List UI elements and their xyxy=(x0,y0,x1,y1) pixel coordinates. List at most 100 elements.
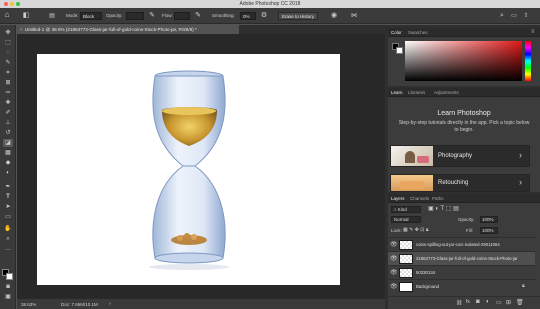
tab-adjustments[interactable]: Adjustments xyxy=(434,90,459,95)
layer-thumbnail xyxy=(399,268,413,278)
eraser-tool-preset-icon[interactable]: ◧ xyxy=(22,12,30,20)
pressure-size-icon[interactable]: ◉ xyxy=(330,12,338,20)
layer-row[interactable]: 👁︎ 21863773-Glass-jar-full-of-gold-coins… xyxy=(388,251,535,265)
move-tool-icon[interactable]: ✥ xyxy=(3,29,13,37)
new-group-icon[interactable]: ▭ xyxy=(496,299,502,306)
clone-stamp-tool-icon[interactable]: ⊥ xyxy=(3,119,13,127)
blend-mode-select[interactable]: Normal xyxy=(391,216,421,223)
layer-opacity-label: Opacity: xyxy=(458,217,475,222)
color-background-swatch[interactable] xyxy=(396,47,403,54)
panel-menu-icon[interactable]: ≡ xyxy=(531,29,535,35)
workspace-icon[interactable]: ▭ xyxy=(510,12,518,20)
rectangle-tool-icon[interactable]: ▭ xyxy=(3,213,13,221)
flow-field[interactable] xyxy=(174,12,190,20)
learn-topic-retouching[interactable]: Retouching › xyxy=(390,174,530,192)
tools-panel: ✥ ⬚ ◌ ✎ ⌗ ⊠ ✑ ✚ ✐ ⊥ ↺ ◪ ▦ ◆ ◐ ✒ T ➤ ▭ ✋ … xyxy=(0,25,16,309)
brush-tool-icon[interactable]: ✐ xyxy=(3,109,13,117)
tab-color[interactable]: Color xyxy=(391,30,402,35)
eye-icon[interactable]: 👁︎ xyxy=(390,283,398,290)
tab-paths[interactable]: Paths xyxy=(432,196,444,201)
screen-mode-icon[interactable]: ▣ xyxy=(3,293,13,301)
document-canvas[interactable] xyxy=(37,54,340,285)
flow-label: Flow: xyxy=(162,13,173,18)
home-icon[interactable]: ⌂ xyxy=(3,11,11,19)
quick-mask-icon[interactable]: ◙ xyxy=(3,283,13,291)
gradient-tool-icon[interactable]: ▦ xyxy=(3,149,13,157)
layer-row[interactable]: 👁︎ Background 🔒︎ xyxy=(388,279,535,293)
smoothing-field[interactable]: 0% xyxy=(240,12,256,20)
layers-footer: ⛓︎ fx ◙ ◐ ▭ ⊞ 🗑︎ xyxy=(388,296,540,309)
more-tools-icon[interactable]: … xyxy=(3,245,13,253)
crop-tool-icon[interactable]: ⌗ xyxy=(3,69,13,77)
layer-filter-kind-select[interactable]: ⌕ Kind xyxy=(391,206,421,213)
color-panel-header: Color Swatches ≡ xyxy=(388,28,540,37)
tab-learn[interactable]: Learn xyxy=(391,90,403,95)
hand-tool-icon[interactable]: ✋ xyxy=(3,225,13,233)
brush-settings-icon[interactable]: ▤ xyxy=(48,12,56,20)
dodge-tool-icon[interactable]: ◐ xyxy=(3,169,13,177)
chevron-right-icon: › xyxy=(519,177,522,187)
eraser-tool-icon[interactable]: ◪ xyxy=(3,139,13,147)
lock-options-icons[interactable]: ▦ ✎ ✥ ⊡ 🔒︎ xyxy=(403,227,429,233)
layer-opacity-field[interactable]: 100% xyxy=(480,216,498,223)
share-icon[interactable]: ⇧ xyxy=(522,12,530,20)
adjustment-layer-icon[interactable]: ◐ xyxy=(486,299,490,305)
eye-icon[interactable]: 👁︎ xyxy=(390,255,398,262)
layer-row[interactable]: 👁︎ 50330134 xyxy=(388,265,535,279)
zoom-tool-icon[interactable]: ⌕ xyxy=(3,235,13,243)
lasso-tool-icon[interactable]: ◌ xyxy=(3,49,13,57)
chevron-right-icon: › xyxy=(519,150,522,160)
photography-label: Photography xyxy=(438,153,473,159)
color-saturation-field[interactable] xyxy=(405,41,522,81)
quick-selection-tool-icon[interactable]: ✎ xyxy=(3,59,13,67)
learn-topic-photography[interactable]: Photography › xyxy=(390,145,530,167)
learn-panel-header: Learn Libraries Adjustments xyxy=(388,88,540,97)
fill-field[interactable]: 100% xyxy=(480,227,498,234)
color-panel xyxy=(388,37,540,86)
smoothing-label: Smoothing: xyxy=(212,13,235,18)
airbrush-icon[interactable]: ✎ xyxy=(194,12,202,20)
document-tab-label: Untitled-1 @ 38.6% (21863773-Glass-jar-f… xyxy=(24,27,197,32)
tab-channels[interactable]: Channels xyxy=(410,196,429,201)
path-selection-tool-icon[interactable]: ➤ xyxy=(3,203,13,211)
delete-layer-icon[interactable]: 🗑︎ xyxy=(516,299,524,306)
layer-filter-icons[interactable]: ▣ ◐ T ⬚ ▤ xyxy=(428,205,459,212)
pressure-opacity-icon[interactable]: ✎ xyxy=(148,12,156,20)
healing-brush-tool-icon[interactable]: ✚ xyxy=(3,99,13,107)
zoom-level[interactable]: 38.63% xyxy=(21,302,36,307)
eye-icon[interactable]: 👁︎ xyxy=(390,269,398,276)
layer-thumbnail xyxy=(399,240,413,250)
smoothing-options-gear-icon[interactable]: ⚙ xyxy=(260,12,268,20)
layer-style-icon[interactable]: fx xyxy=(466,299,470,305)
fill-label: Fill: xyxy=(466,228,473,233)
opacity-field[interactable] xyxy=(126,12,144,20)
tab-layers[interactable]: Layers xyxy=(391,196,405,201)
marquee-tool-icon[interactable]: ⬚ xyxy=(3,39,13,47)
status-menu-arrow-icon[interactable]: › xyxy=(109,301,111,307)
layer-thumbnail xyxy=(399,254,413,264)
hue-slider[interactable] xyxy=(525,41,531,81)
layer-name: Background xyxy=(416,284,439,289)
add-mask-icon[interactable]: ◙ xyxy=(476,299,480,305)
lock-icon: 🔒︎ xyxy=(522,283,525,289)
history-brush-tool-icon[interactable]: ↺ xyxy=(3,129,13,137)
pen-tool-icon[interactable]: ✒ xyxy=(3,183,13,191)
close-tab-icon[interactable]: × xyxy=(20,27,23,32)
search-icon[interactable]: ⌕ xyxy=(498,12,506,20)
erase-to-history-checkbox[interactable]: Erase to History xyxy=(278,12,319,20)
document-tab[interactable]: × Untitled-1 @ 38.6% (21863773-Glass-jar-… xyxy=(17,25,239,34)
link-layers-icon[interactable]: ⛓︎ xyxy=(456,300,462,306)
symmetry-icon[interactable]: ⋈ xyxy=(350,12,358,20)
blur-tool-icon[interactable]: ◆ xyxy=(3,159,13,167)
layer-row[interactable]: 👁︎ coins-spilling-out-jar-coci-isolated-… xyxy=(388,237,535,251)
new-layer-icon[interactable]: ⊞ xyxy=(506,299,511,306)
layer-name: coins-spilling-out-jar-coci-isolated-290… xyxy=(416,242,500,247)
frame-tool-icon[interactable]: ⊠ xyxy=(3,79,13,87)
eye-icon[interactable]: 👁︎ xyxy=(390,241,398,248)
mode-select[interactable]: Block xyxy=(80,12,102,20)
tab-swatches[interactable]: Swatches xyxy=(408,30,428,35)
type-tool-icon[interactable]: T xyxy=(3,193,13,201)
background-color-swatch[interactable] xyxy=(6,273,13,280)
eyedropper-tool-icon[interactable]: ✑ xyxy=(3,89,13,97)
tab-libraries[interactable]: Libraries xyxy=(408,90,425,95)
